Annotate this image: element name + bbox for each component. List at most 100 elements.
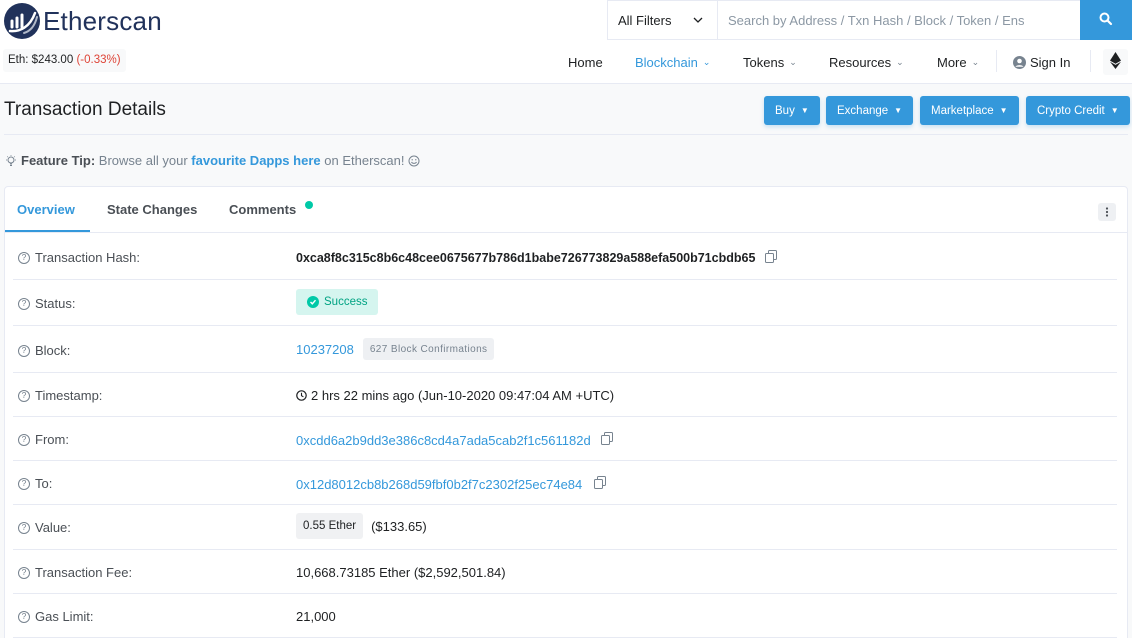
nav-more[interactable]: More ⌄ [937,50,979,74]
help-icon[interactable]: ? [18,251,30,264]
hash-label: ? Transaction Hash: [18,250,140,265]
etherscan-logo-icon [4,3,40,39]
eth-price-ticker[interactable]: Eth: $243.00 (-0.33%) [3,49,126,72]
etherscan-logo[interactable]: Etherscan [4,3,162,39]
block-value-wrap: 10237208 627 Block Confirmations [296,338,495,360]
block-label-text: Block: [35,343,71,358]
value-value-wrap: 0.55 Ether ($133.65) [296,513,427,539]
marketplace-button[interactable]: Marketplace ▼ [920,96,1019,125]
help-icon[interactable]: ? [18,610,30,623]
detail-row-gas-limit: ? Gas Limit: 21,000 [13,594,1117,638]
brand-name: Etherscan [43,5,162,36]
detail-row-timestamp: ? Timestamp: 2 hrs 22 mins ago (Jun-10-2… [13,373,1117,417]
eth-price-change: (-0.33%) [76,54,121,66]
from-label-text: From: [35,432,69,447]
fee-value-wrap: 10,668.73185 Ether ($2,592,501.84) [296,565,506,580]
hash-value-wrap: 0xca8f8c315c8b6c48cee0675677b786d1babe72… [296,250,778,266]
to-label-text: To: [35,476,53,491]
chevron-down-icon: ▼ [999,106,1008,115]
nav-sign-in[interactable]: Sign In [1013,50,1070,74]
network-switch-button[interactable] [1103,49,1128,75]
more-options-button[interactable] [1098,203,1116,221]
help-icon[interactable]: ? [18,344,30,357]
tab-overview[interactable]: Overview [17,202,75,217]
detail-row-value: ? Value: 0.55 Ether ($133.65) [13,505,1117,550]
usd-value: ($133.65) [371,518,427,534]
timestamp-label-text: Timestamp: [35,388,103,403]
block-label: ? Block: [18,343,70,358]
help-icon[interactable]: ? [18,521,30,534]
favourite-dapps-link[interactable]: favourite Dapps here [191,153,320,168]
help-icon[interactable]: ? [18,433,30,446]
value-label-text: Value: [35,520,71,535]
gas-limit-value: 21,000 [296,609,336,624]
search-filter-select[interactable]: All Filters [608,1,718,39]
clock-icon [296,390,307,401]
nav-home[interactable]: Home [568,50,603,74]
feature-tip-text-end: on Etherscan! [324,153,405,168]
lightbulb-icon [5,154,17,167]
timestamp-value-wrap: 2 hrs 22 mins ago (Jun-10-2020 09:47:04 … [296,388,614,403]
from-address-link[interactable]: 0xcdd6a2b9dd3e386c8cd4a7ada5cab2f1c56118… [296,433,591,448]
vertical-ellipsis-icon [1105,205,1109,220]
eth-price-value: Eth: $243.00 [8,54,74,66]
crypto-credit-button-label: Crypto Credit [1037,104,1105,117]
help-icon[interactable]: ? [18,389,30,402]
value-label: ? Value: [18,520,71,535]
from-value-wrap: 0xcdd6a2b9dd3e386c8cd4a7ada5cab2f1c56118… [296,432,613,448]
feature-tip-text: Browse all your [98,153,188,168]
chevron-down-icon: ⌄ [971,56,980,67]
tab-bar: Overview State Changes Comments [5,187,1127,233]
buy-button[interactable]: Buy ▼ [764,96,820,125]
to-address-link[interactable]: 0x12d8012cb8b268d59fbf0b2f7c2302f25ec74e… [296,477,582,492]
tab-state-changes[interactable]: State Changes [107,202,197,217]
nav-tokens[interactable]: Tokens ⌄ [743,50,797,74]
search-bar: All Filters [607,0,1132,40]
tab-comments[interactable]: Comments [229,202,296,217]
search-icon [1099,12,1113,29]
transaction-card: Overview State Changes Comments ? Transa… [4,186,1128,638]
detail-row-hash: ? Transaction Hash: 0xca8f8c315c8b6c48ce… [13,233,1117,280]
nav-blockchain-label: Blockchain [635,54,698,70]
status-text: Success [324,296,368,308]
fee-label: ? Transaction Fee: [18,565,132,580]
site-header: Etherscan Eth: $243.00 (-0.33%) All Filt… [0,0,1132,84]
comments-notification-dot [305,201,313,209]
chevron-down-icon: ⌄ [789,56,797,67]
buy-button-label: Buy [775,104,795,117]
fee-label-text: Transaction Fee: [35,565,133,580]
search-button[interactable] [1080,0,1132,40]
nav-resources[interactable]: Resources ⌄ [829,50,904,74]
help-icon[interactable]: ? [18,477,30,490]
feature-tip: Feature Tip: Browse all your favourite D… [5,153,420,168]
help-icon[interactable]: ? [18,297,30,310]
to-label: ? To: [18,476,52,491]
exchange-button[interactable]: Exchange ▼ [826,96,914,125]
detail-row-status: ? Status: Success [13,280,1117,326]
block-number-link[interactable]: 10237208 [296,342,354,357]
copy-icon[interactable] [594,476,607,492]
chevron-down-icon: ⌄ [702,56,711,67]
detail-row-block: ? Block: 10237208 627 Block Confirmation… [13,326,1117,373]
smile-icon [408,155,420,167]
crypto-credit-button[interactable]: Crypto Credit ▼ [1026,96,1130,125]
title-divider [4,134,1128,135]
chevron-down-icon [693,13,703,28]
search-filter-value: All Filters [618,12,672,28]
user-icon [1013,55,1026,69]
block-confirmations-badge: 627 Block Confirmations [362,338,495,360]
nav-blockchain[interactable]: Blockchain ⌄ [635,50,710,74]
copy-icon[interactable] [600,432,613,448]
gas-limit-value-wrap: 21,000 [296,609,336,624]
status-badge: Success [296,289,379,315]
help-icon[interactable]: ? [18,566,30,579]
ether-value-badge[interactable]: 0.55 Ether [296,513,364,539]
detail-row-from: ? From: 0xcdd6a2b9dd3e386c8cd4a7ada5cab2… [13,417,1117,461]
chevron-down-icon: ▼ [1110,106,1119,115]
page-title: Transaction Details [4,99,166,120]
search-input[interactable] [718,1,1080,39]
transaction-hash: 0xca8f8c315c8b6c48cee0675677b786d1babe72… [296,251,756,265]
from-label: ? From: [18,432,69,447]
nav-divider [996,50,997,72]
copy-icon[interactable] [765,250,778,266]
